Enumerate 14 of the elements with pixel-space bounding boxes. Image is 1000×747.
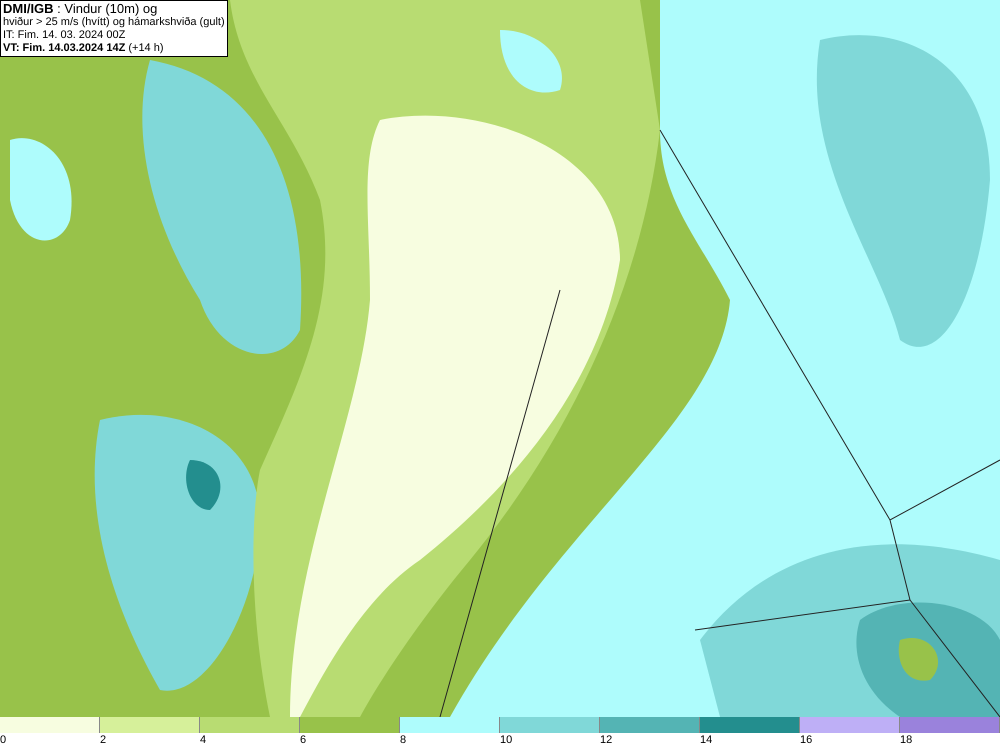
legend-tick-label: 8 (400, 733, 406, 747)
legend-tick-label: 6 (300, 733, 306, 747)
info-line: VT: Fim. 14.03.2024 14Z (+14 h) (3, 42, 165, 55)
legend-tick-label: 16 (800, 733, 812, 747)
legend-tick-label: 2 (100, 733, 106, 747)
info-line: IT: Fim. 14. 03. 2024 00Z (3, 29, 126, 42)
info-line: DMI/IGB : Vindur (10m) og (3, 1, 158, 16)
legend-tick-label: 12 (600, 733, 612, 747)
legend-tick-label: 0 (0, 733, 6, 747)
legend-tick-label: 18 (900, 733, 912, 747)
info-line: hviður > 25 m/s (hvítt) og hámarkshviða (gult) (3, 16, 225, 29)
legend-tick-label: 14 (700, 733, 712, 747)
legend-tick-label: 10 (500, 733, 512, 747)
legend-tick-label: 4 (200, 733, 206, 747)
